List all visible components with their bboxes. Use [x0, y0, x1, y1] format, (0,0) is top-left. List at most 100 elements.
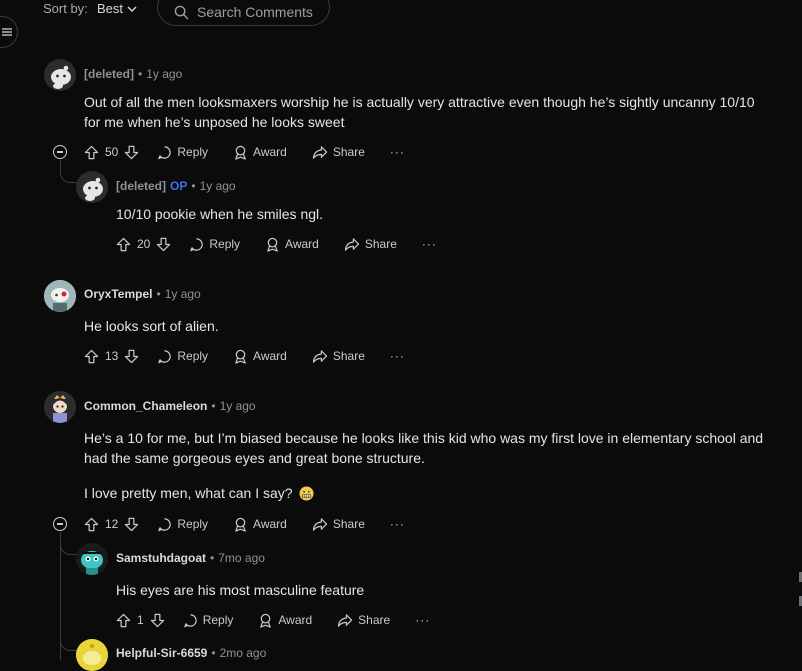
avatar[interactable] [44, 59, 76, 91]
share-icon [312, 145, 328, 159]
comment-author[interactable]: OryxTempel [84, 287, 152, 301]
share-button[interactable]: Share [312, 145, 365, 160]
comment-meta: OryxTempel • 1y ago [84, 287, 201, 301]
user-avatar-icon [44, 280, 76, 312]
reply-button[interactable]: Reply [157, 349, 208, 364]
comment-meta: Helpful-Sir-6659 • 2mo ago [116, 646, 267, 660]
sort-value: Best [97, 1, 124, 16]
award-icon [235, 517, 246, 532]
award-icon [260, 613, 272, 628]
upvote-icon[interactable] [84, 517, 99, 532]
vote-score: 13 [105, 349, 119, 363]
downvote-icon[interactable] [124, 349, 139, 364]
comment-body: Out of all the men looksmaxers worship h… [84, 94, 755, 130]
comment-meta: [deleted] OP • 1y ago [116, 179, 236, 193]
comment-author[interactable]: Samstuhdagoat [116, 551, 206, 565]
comment-actions: 12 Reply Award Share ··· [84, 514, 405, 534]
more-options-button[interactable]: ··· [415, 613, 430, 627]
reply-button[interactable]: Reply [157, 517, 208, 532]
comment-actions: 1 Reply Award Share ··· [116, 610, 430, 630]
hamburger-icon [2, 28, 12, 36]
award-button[interactable]: Award [265, 237, 319, 252]
upvote-icon[interactable] [116, 237, 131, 252]
share-button[interactable]: Share [344, 237, 397, 252]
grimace-emoji-icon [299, 485, 314, 501]
comment-actions: 50 Reply Award Share ··· [84, 142, 405, 162]
avatar[interactable] [44, 391, 76, 423]
comment-body: His eyes are his most masculine feature [116, 582, 365, 598]
comment-time[interactable]: 1y ago [165, 287, 201, 301]
reply-icon [158, 145, 172, 159]
reply-icon [158, 349, 172, 363]
comment-extra-text: I love pretty men, what can I say? [84, 485, 293, 501]
reply-icon [158, 517, 172, 531]
comment-meta: [deleted] • 1y ago [84, 67, 183, 81]
snoo-avatar-icon [76, 171, 108, 203]
snoo-avatar-icon [44, 59, 76, 91]
comment-time[interactable]: 7mo ago [218, 551, 265, 565]
share-icon [338, 613, 353, 627]
comment-time[interactable]: 2mo ago [220, 646, 267, 660]
comment-time[interactable]: 1y ago [220, 399, 256, 413]
more-options-button[interactable]: ··· [390, 517, 405, 531]
downvote-icon[interactable] [150, 613, 165, 628]
avatar[interactable] [76, 171, 108, 203]
thread-connector [60, 636, 77, 651]
chevron-down-icon [127, 6, 137, 12]
avatar[interactable] [44, 280, 76, 312]
op-badge: OP [170, 179, 188, 193]
award-button[interactable]: Award [233, 145, 287, 160]
comment-body: 10/10 pookie when he smiles ngl. [116, 206, 324, 222]
upvote-icon[interactable] [84, 349, 99, 364]
award-icon [235, 145, 246, 160]
award-icon [267, 237, 278, 252]
search-icon [174, 5, 189, 20]
comment-time[interactable]: 1y ago [200, 179, 236, 193]
share-icon [312, 517, 328, 531]
comment-author[interactable]: Common_Chameleon [84, 399, 207, 413]
upvote-icon[interactable] [84, 145, 99, 160]
vote-score: 12 [105, 517, 119, 531]
more-options-button[interactable]: ··· [390, 349, 405, 363]
downvote-icon[interactable] [156, 237, 171, 252]
more-options-button[interactable]: ··· [422, 237, 437, 251]
share-icon [344, 237, 360, 251]
vote-score: 20 [137, 237, 151, 251]
avatar[interactable] [76, 639, 108, 671]
search-comments-input[interactable]: Search Comments [157, 0, 330, 26]
share-button[interactable]: Share [312, 349, 365, 364]
share-icon [312, 349, 328, 363]
collapse-thread-button[interactable] [53, 517, 67, 531]
award-button[interactable]: Award [233, 349, 287, 364]
comment-body: He’s a 10 for me, but I’m biased because… [84, 430, 764, 501]
comment-sort-bar: Sort by: Best Search Comments [0, 0, 802, 30]
downvote-icon[interactable] [124, 145, 139, 160]
comment-actions: 20 Reply Award Share ··· [116, 234, 437, 254]
reply-button[interactable]: Reply [183, 613, 233, 628]
share-button[interactable]: Share [337, 613, 390, 628]
reply-icon [190, 237, 204, 251]
reply-button[interactable]: Reply [157, 145, 208, 160]
thread-connector [60, 168, 77, 183]
comment-time[interactable]: 1y ago [146, 67, 182, 81]
comment-actions: 13 Reply Award Share ··· [84, 346, 405, 366]
comment-author: [deleted] [116, 179, 167, 193]
comment-author[interactable]: Helpful-Sir-6659 [116, 646, 207, 660]
reply-button[interactable]: Reply [189, 237, 240, 252]
award-button[interactable]: Award [258, 613, 312, 628]
sort-dropdown[interactable]: Best [97, 1, 137, 16]
search-placeholder: Search Comments [197, 4, 313, 20]
vote-score: 50 [105, 145, 119, 159]
award-button[interactable]: Award [233, 517, 287, 532]
comment-meta: Common_Chameleon • 1y ago [84, 399, 256, 413]
upvote-icon[interactable] [116, 613, 131, 628]
collapse-thread-button[interactable] [53, 145, 67, 159]
user-avatar-icon [76, 639, 108, 671]
downvote-icon[interactable] [124, 517, 139, 532]
user-avatar-icon [76, 543, 108, 575]
more-options-button[interactable]: ··· [390, 145, 405, 159]
share-button[interactable]: Share [312, 517, 365, 532]
vote-score: 1 [137, 613, 144, 627]
sort-by-label: Sort by: [43, 1, 88, 16]
avatar[interactable] [76, 543, 108, 575]
